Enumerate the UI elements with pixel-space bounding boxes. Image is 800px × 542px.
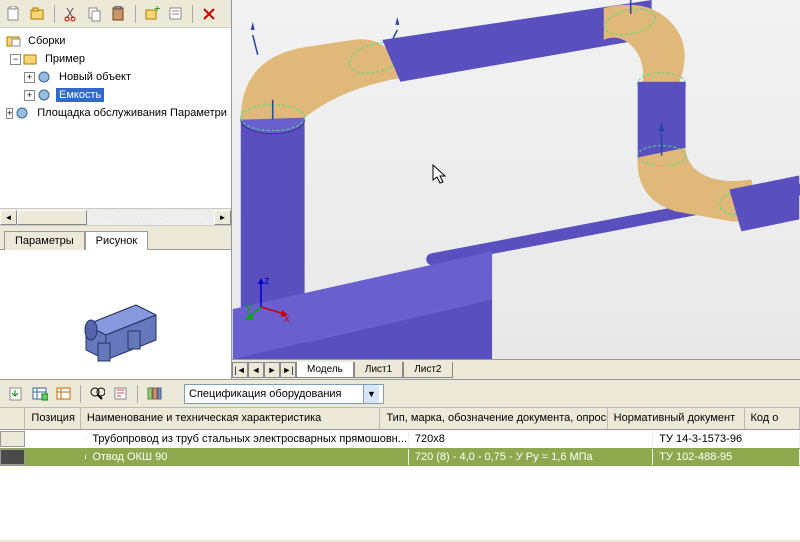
spec-columns-icon[interactable] — [144, 384, 164, 404]
scroll-left-icon[interactable]: ◄ — [0, 210, 17, 225]
spec-find-icon[interactable] — [87, 384, 107, 404]
scroll-right-icon[interactable]: ► — [214, 210, 231, 225]
object-icon — [15, 106, 31, 120]
toolbar-paste-icon[interactable] — [109, 4, 129, 24]
scroll-thumb[interactable] — [17, 210, 87, 225]
view-tabs: |◄ ◄ ► ►| Модель Лист1 Лист2 — [232, 359, 800, 379]
specification-panel: Спецификация оборудования ▼ Позиция Наим… — [0, 380, 800, 540]
toolbar-cut-icon[interactable] — [61, 4, 81, 24]
chevron-down-icon[interactable]: ▼ — [363, 385, 379, 403]
spec-refresh-icon[interactable] — [54, 384, 74, 404]
toolbar-delete-icon[interactable] — [199, 4, 219, 24]
svg-text:z: z — [264, 275, 270, 287]
col-norm[interactable]: Нормативный документ — [608, 408, 745, 429]
col-code[interactable]: Код о — [745, 408, 800, 429]
tree-item[interactable]: + Новый объект — [2, 68, 229, 86]
tab-last-icon[interactable]: ►| — [280, 362, 296, 378]
tab-prev-icon[interactable]: ◄ — [248, 362, 264, 378]
toolbar-copy-icon[interactable] — [85, 4, 105, 24]
expand-icon[interactable]: + — [6, 108, 13, 119]
spec-type-combo[interactable]: Спецификация оборудования ▼ — [184, 384, 384, 404]
tree-item[interactable]: + Площадка обслуживания Параметри — [2, 104, 229, 122]
3d-viewport[interactable]: z x y — [232, 0, 800, 359]
toolbar-props-icon[interactable] — [166, 4, 186, 24]
expand-icon[interactable]: + — [24, 72, 35, 83]
preview-thumbnail — [46, 265, 186, 365]
expand-icon[interactable]: + — [24, 90, 35, 101]
row-selector[interactable] — [0, 431, 25, 447]
svg-text:x: x — [284, 313, 290, 322]
assembly-tree[interactable]: Сборки − Пример + Новый объект + Емкость — [0, 28, 231, 208]
tab-picture[interactable]: Рисунок — [85, 231, 149, 250]
assembly-icon — [6, 34, 22, 48]
col-name[interactable]: Наименование и техническая характеристик… — [81, 408, 381, 429]
tree-root-label: Сборки — [25, 34, 68, 48]
grid-row-selected[interactable]: Отвод ОКШ 90 720 (8) - 4,0 - 0,75 - У Ру… — [0, 448, 800, 466]
spec-export-icon[interactable] — [6, 384, 26, 404]
tree-item[interactable]: − Пример — [2, 50, 229, 68]
3d-scene — [232, 0, 800, 359]
tree-item-selected[interactable]: + Емкость — [2, 86, 229, 104]
spec-grid[interactable]: Позиция Наименование и техническая харак… — [0, 408, 800, 540]
combo-value: Спецификация оборудования — [189, 388, 342, 400]
side-tabs: Параметры Рисунок — [0, 225, 231, 249]
toolbar-separator — [192, 5, 193, 23]
tab-sheet1[interactable]: Лист1 — [354, 362, 403, 378]
tab-model[interactable]: Модель — [296, 362, 354, 378]
object-icon — [37, 70, 53, 84]
tree-toolbar: + — [0, 0, 231, 28]
tree-hscrollbar[interactable]: ◄ ► — [0, 208, 231, 225]
toolbar-new-icon[interactable] — [4, 4, 24, 24]
row-selector[interactable] — [0, 449, 25, 465]
spec-toolbar: Спецификация оборудования ▼ — [0, 380, 800, 408]
tab-parameters[interactable]: Параметры — [4, 231, 85, 250]
cursor-icon — [432, 164, 450, 188]
tab-first-icon[interactable]: |◄ — [232, 362, 248, 378]
toolbar-open-icon[interactable] — [28, 4, 48, 24]
toolbar-separator — [135, 5, 136, 23]
grid-row[interactable]: Трубопровод из труб стальных электросвар… — [0, 430, 800, 448]
folder-icon — [23, 52, 39, 66]
col-type[interactable]: Тип, марка, обозначение документа, опрос… — [380, 408, 607, 429]
tree-root[interactable]: Сборки — [2, 32, 229, 50]
object-icon — [37, 88, 53, 102]
spec-table-icon[interactable] — [30, 384, 50, 404]
toolbar-separator — [54, 5, 55, 23]
svg-text:y: y — [246, 301, 252, 313]
tab-sheet2[interactable]: Лист2 — [403, 362, 452, 378]
toolbar-add-icon[interactable]: + — [142, 4, 162, 24]
tab-next-icon[interactable]: ► — [264, 362, 280, 378]
grid-header: Позиция Наименование и техническая харак… — [0, 408, 800, 430]
spec-filter-icon[interactable] — [111, 384, 131, 404]
toolbar-separator — [80, 385, 81, 403]
preview-panel — [0, 249, 231, 379]
scroll-track[interactable] — [17, 210, 214, 225]
toolbar-separator — [137, 385, 138, 403]
wcs-axis: z x y — [246, 272, 296, 325]
collapse-icon[interactable]: − — [10, 54, 21, 65]
col-position[interactable]: Позиция — [25, 408, 80, 429]
svg-text:+: + — [154, 6, 160, 15]
